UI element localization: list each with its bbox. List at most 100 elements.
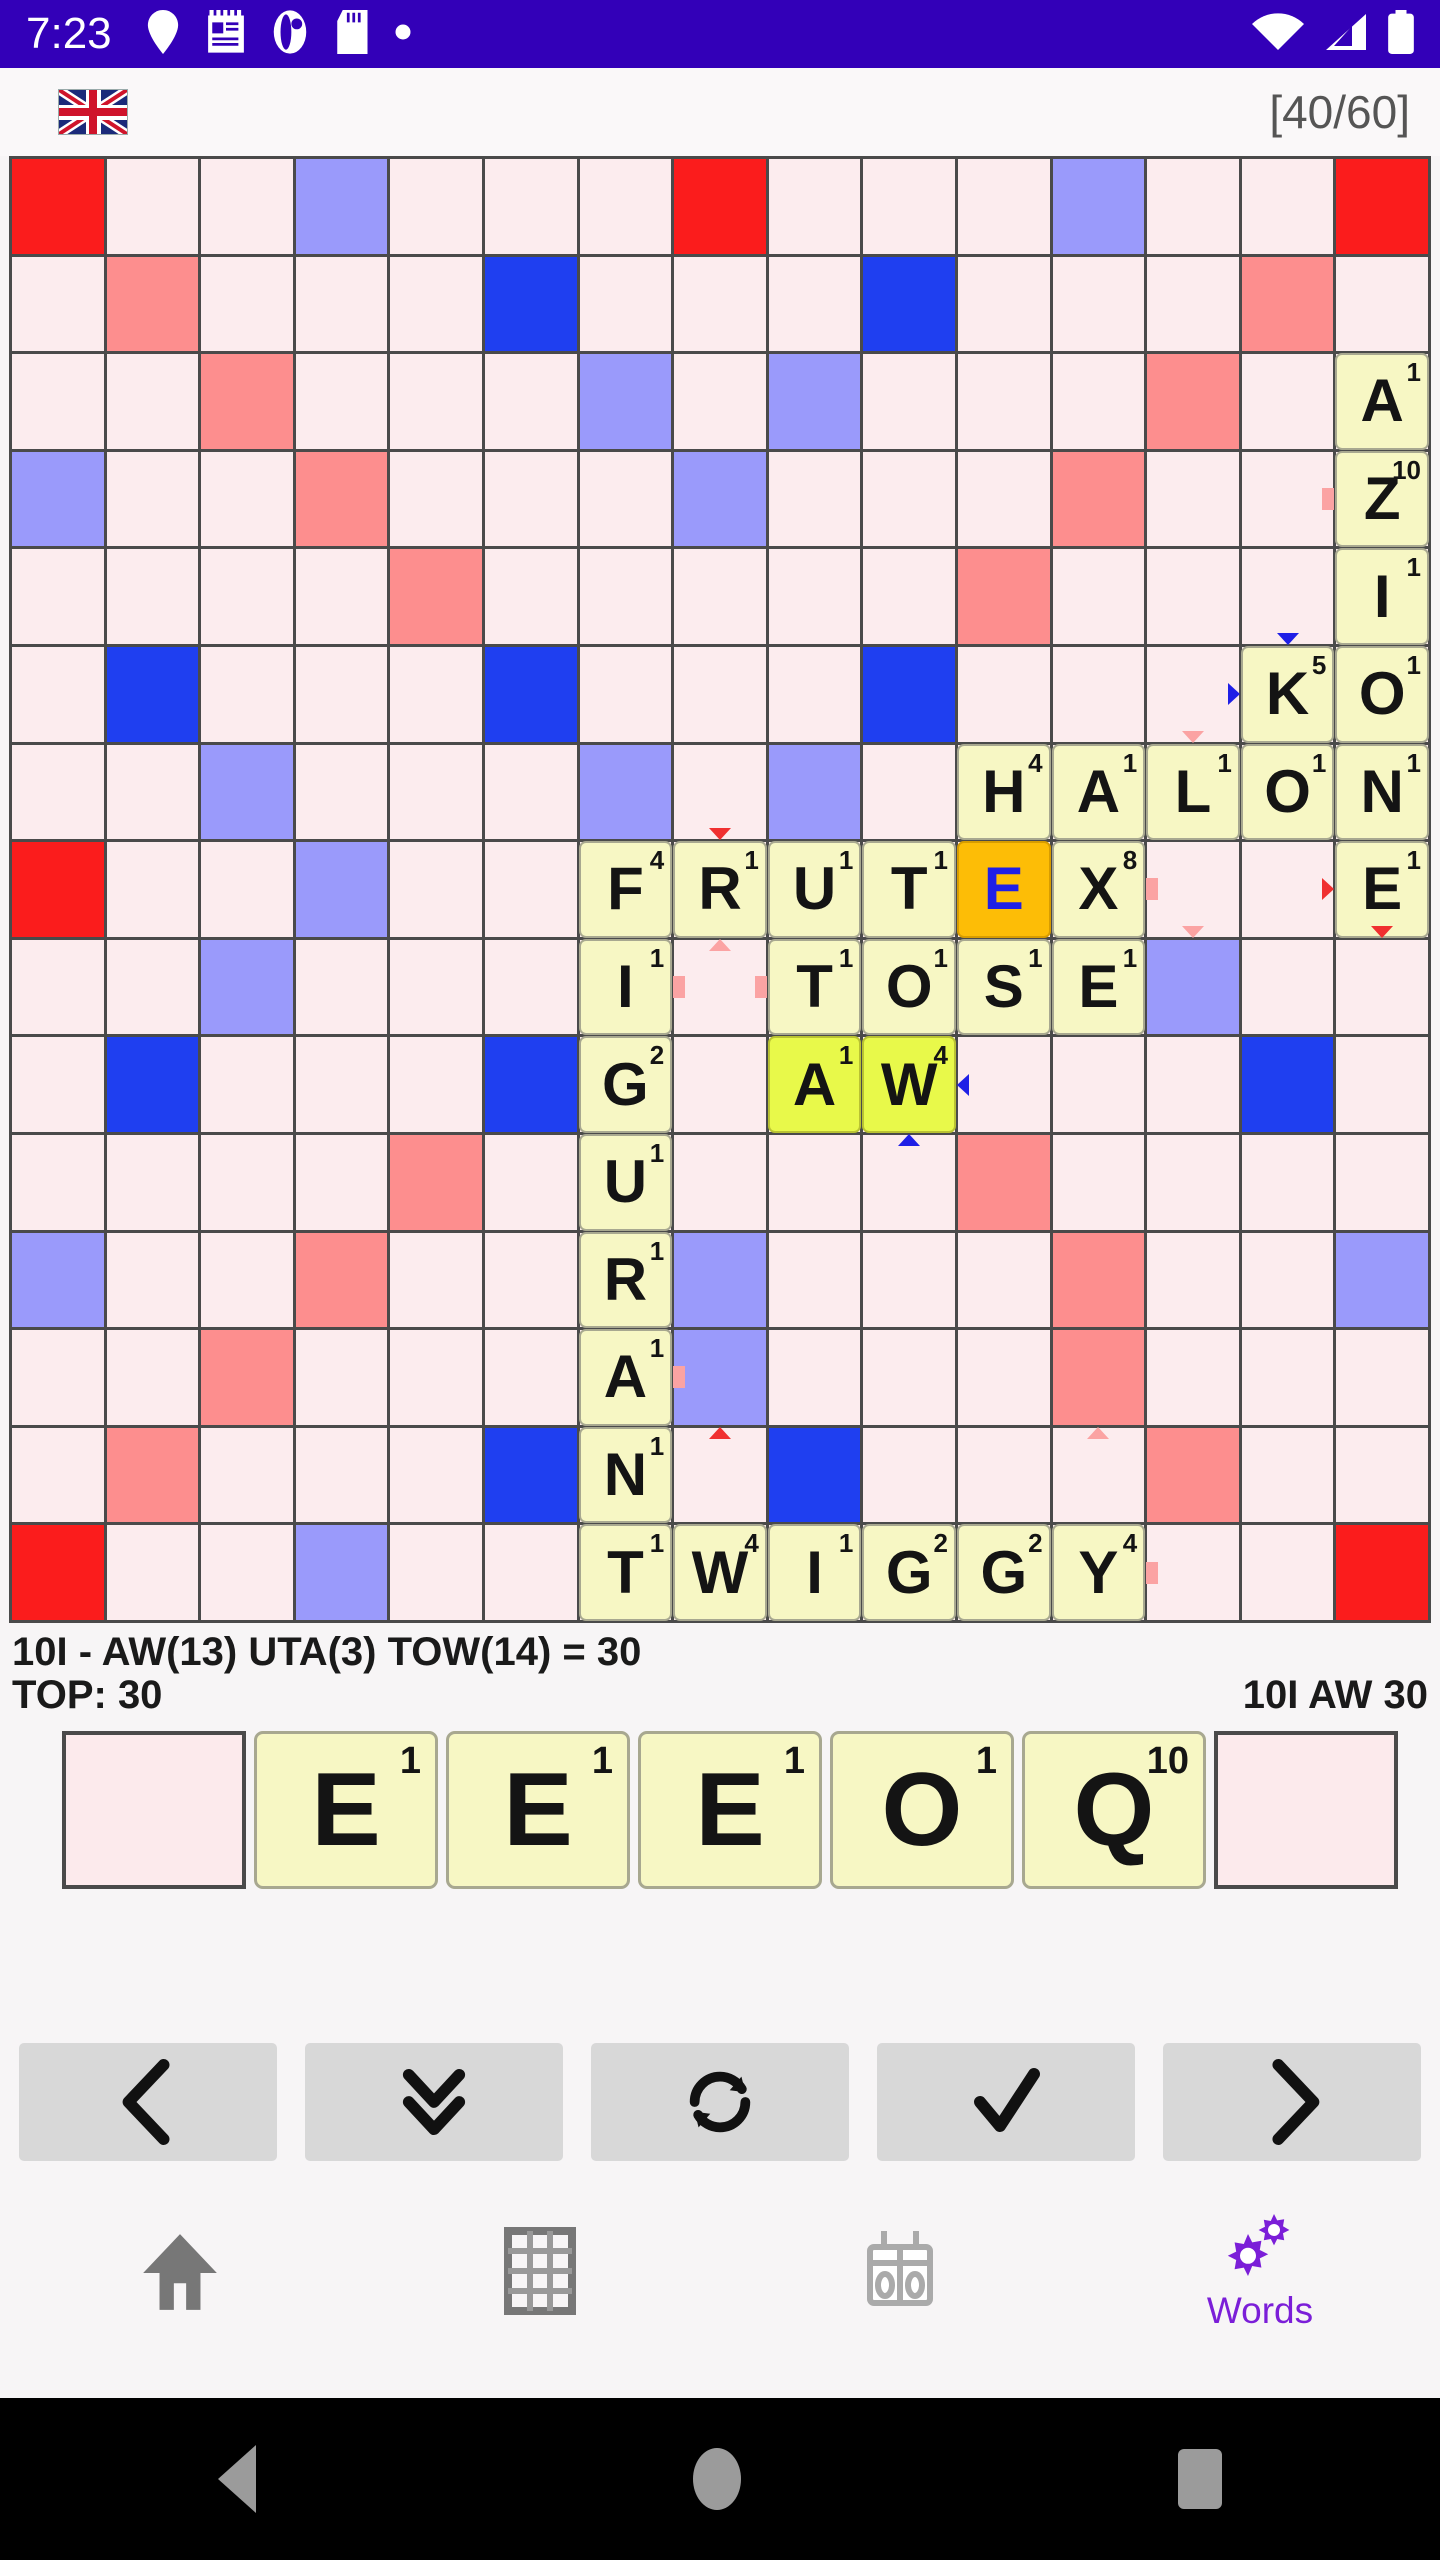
board-cell[interactable] (1336, 1525, 1428, 1620)
board-cell[interactable]: K5 (1240, 645, 1335, 743)
board-cell[interactable] (957, 646, 1050, 742)
board-cell[interactable] (295, 842, 388, 937)
nav-home[interactable] (0, 2228, 360, 2314)
board-cell[interactable]: E (956, 841, 1051, 938)
board-tile[interactable]: E1 (1335, 841, 1429, 938)
rack-tile[interactable]: O1 (830, 1731, 1014, 1890)
next-button[interactable] (1163, 2043, 1421, 2162)
board-cell[interactable] (1147, 354, 1239, 449)
back-triangle-icon[interactable] (218, 2445, 257, 2513)
board-cell[interactable] (201, 646, 293, 742)
board-cell[interactable] (390, 1232, 482, 1328)
board-cell[interactable] (768, 354, 861, 449)
board-cell[interactable] (390, 256, 482, 352)
board-cell[interactable] (201, 1525, 293, 1620)
previous-button[interactable] (19, 2043, 277, 2162)
board-cell[interactable] (1336, 939, 1428, 1035)
board-cell[interactable] (1146, 1525, 1239, 1620)
board-tile[interactable]: X8 (1051, 841, 1146, 938)
board-cell[interactable] (484, 256, 577, 352)
board-cell[interactable] (1336, 159, 1428, 254)
board-cell[interactable] (1147, 1232, 1239, 1328)
board-cell[interactable] (1241, 842, 1335, 937)
board-cell[interactable] (957, 1232, 1050, 1328)
board-tile[interactable]: A1 (578, 1329, 673, 1426)
board-cell[interactable] (768, 1134, 861, 1230)
board-tile[interactable]: U1 (767, 841, 862, 938)
board-cell[interactable] (1147, 1427, 1239, 1523)
board-cell[interactable] (295, 939, 388, 1035)
board-cell[interactable] (201, 159, 293, 254)
board-cell[interactable]: U1 (578, 1133, 673, 1231)
board-cell[interactable] (12, 256, 104, 352)
board-cell[interactable]: N1 (1335, 743, 1429, 841)
board-cell[interactable]: O1 (1240, 743, 1335, 841)
board-cell[interactable] (579, 256, 672, 352)
board-cell[interactable] (1052, 451, 1145, 547)
board-tile[interactable]: R1 (578, 1231, 673, 1329)
board-cell[interactable] (295, 646, 388, 742)
board-cell[interactable] (12, 451, 104, 547)
board-cell[interactable]: E1 (1051, 938, 1146, 1036)
home-circle-icon[interactable] (692, 2448, 741, 2510)
board-cell[interactable] (674, 646, 766, 742)
rack-tile[interactable]: E1 (446, 1731, 630, 1890)
board-cell[interactable] (863, 1330, 955, 1425)
board-cell[interactable] (390, 1427, 482, 1523)
board-cell[interactable] (957, 159, 1050, 254)
board-cell[interactable]: Z 10 (1335, 450, 1429, 548)
board-cell[interactable] (768, 646, 861, 742)
board-cell[interactable]: R1 (578, 1231, 673, 1329)
board-tile[interactable]: W4 (673, 1524, 767, 1621)
board-cell[interactable] (863, 646, 955, 742)
recents-square-icon[interactable] (1177, 2449, 1222, 2509)
nav-scores[interactable] (720, 2227, 1080, 2315)
board-cell[interactable] (957, 549, 1050, 644)
board-cell[interactable] (768, 451, 861, 547)
board-cell[interactable] (484, 646, 577, 742)
board-cell[interactable] (1052, 1426, 1145, 1523)
board-cell[interactable] (106, 1330, 199, 1425)
board-cell[interactable] (1147, 1330, 1239, 1425)
board-cell[interactable] (12, 1427, 104, 1523)
board-cell[interactable] (295, 1134, 388, 1230)
board-cell[interactable] (201, 1037, 293, 1132)
board-tile[interactable]: E (956, 841, 1051, 938)
board-cell[interactable] (106, 256, 199, 352)
board-cell[interactable] (1241, 1330, 1334, 1425)
board-cell[interactable] (390, 1330, 482, 1425)
board-cell[interactable] (1146, 842, 1239, 938)
board-cell[interactable] (1241, 1134, 1334, 1230)
board-tile[interactable]: I1 (578, 938, 673, 1036)
board-cell[interactable] (673, 1330, 766, 1425)
board-cell[interactable] (390, 744, 482, 840)
board-cell[interactable] (674, 159, 766, 254)
board-cell[interactable] (12, 939, 104, 1035)
board-cell[interactable] (1052, 1134, 1145, 1230)
board-cell[interactable]: A1 (767, 1036, 862, 1133)
board-cell[interactable] (201, 939, 293, 1035)
board-cell[interactable] (201, 1232, 293, 1328)
board-cell[interactable] (1241, 451, 1335, 547)
board-cell[interactable] (201, 1330, 293, 1425)
board-cell[interactable] (1336, 1330, 1428, 1425)
board-cell[interactable] (295, 1232, 388, 1328)
board-cell[interactable]: S1 (956, 938, 1051, 1036)
board-cell[interactable] (674, 256, 766, 352)
board-cell[interactable] (390, 354, 482, 449)
board-cell[interactable] (768, 744, 861, 840)
board-cell[interactable] (484, 549, 577, 644)
board-cell[interactable] (484, 354, 577, 449)
board-cell[interactable] (1241, 549, 1334, 645)
board-cell[interactable] (106, 1232, 199, 1328)
board-cell[interactable] (957, 354, 1050, 449)
board-tile[interactable]: K5 (1240, 645, 1335, 743)
board-cell[interactable]: A1 (578, 1329, 673, 1426)
board-cell[interactable] (768, 256, 861, 352)
board-cell[interactable] (957, 256, 1050, 352)
board-cell[interactable] (295, 159, 388, 254)
board-cell[interactable] (1241, 939, 1334, 1035)
board-cell[interactable] (957, 1427, 1050, 1523)
board-cell[interactable] (1052, 1037, 1145, 1132)
board-cell[interactable] (768, 1330, 861, 1425)
